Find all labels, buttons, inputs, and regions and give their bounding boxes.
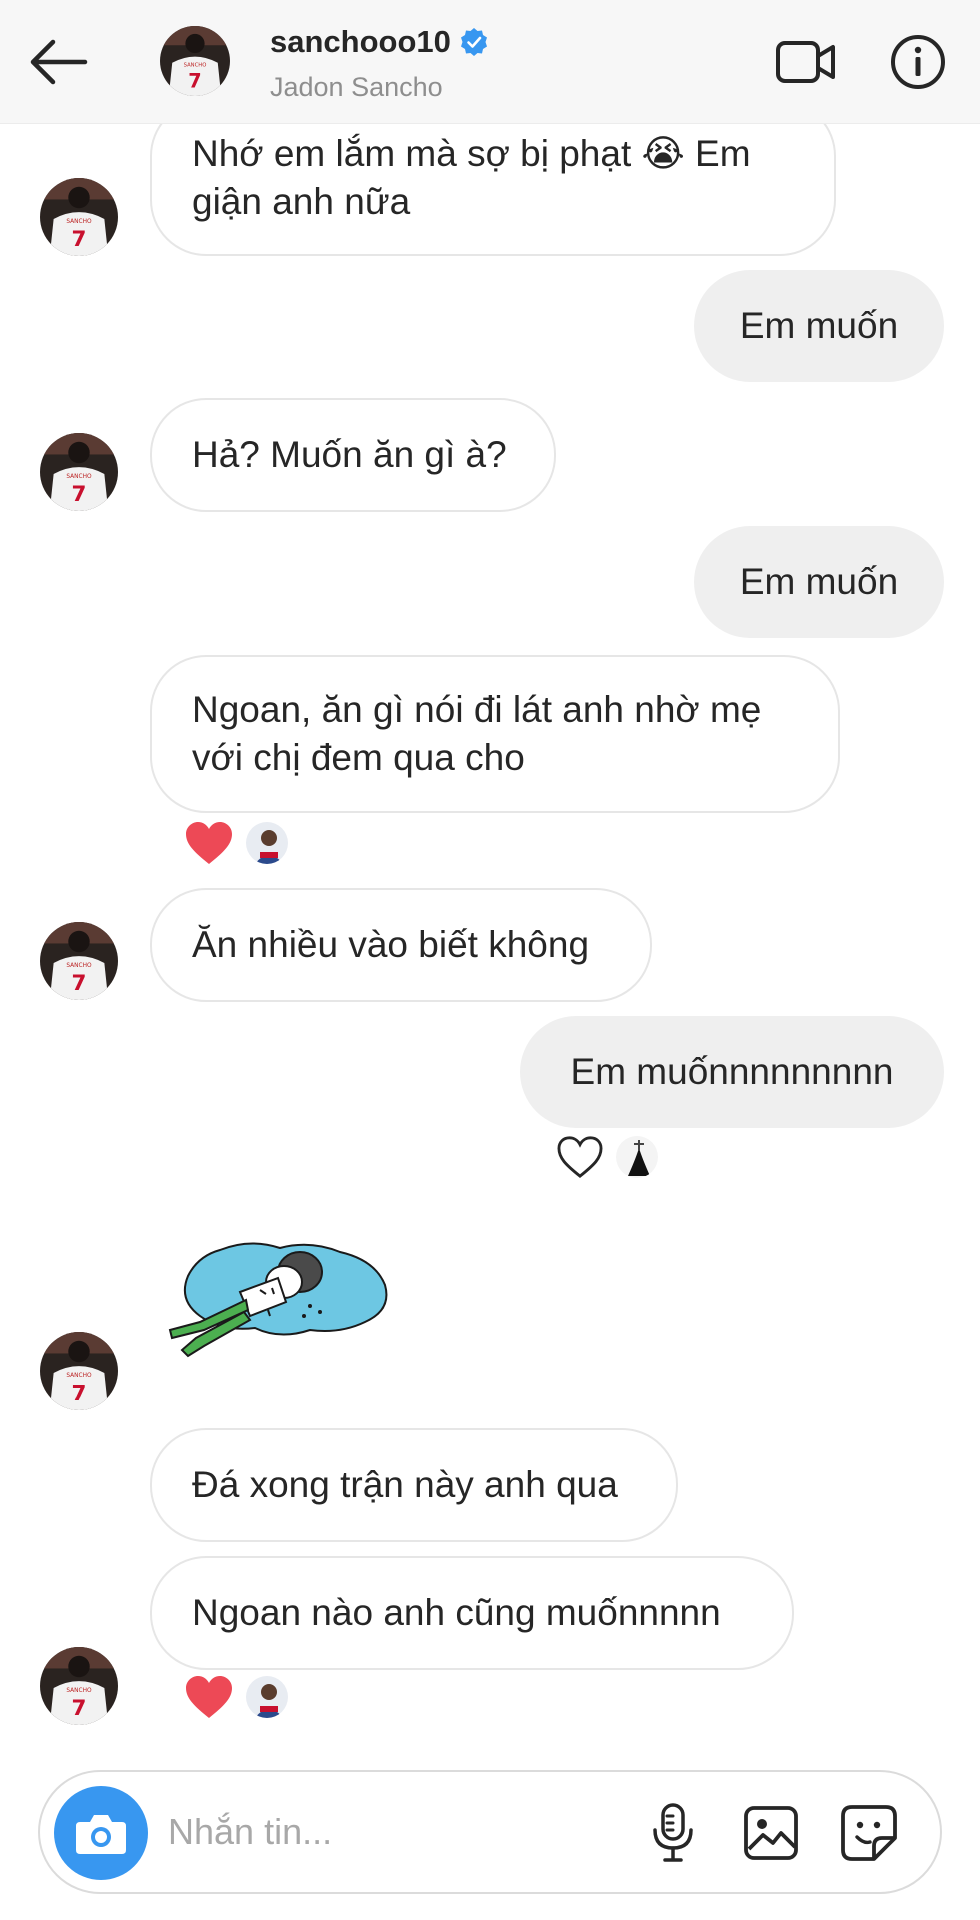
info-button[interactable] xyxy=(884,28,952,96)
sender-avatar[interactable]: SANCHO 7 xyxy=(40,922,118,1000)
jersey-number: 7 xyxy=(72,482,87,507)
message-incoming[interactable]: Ngoan, ăn gì nói đi lát anh nhờ mẹ với c… xyxy=(150,655,840,813)
microphone-icon xyxy=(653,1803,693,1862)
message-reaction[interactable] xyxy=(556,1134,660,1180)
person-lying-in-puddle-sticker xyxy=(168,1242,388,1358)
header-username: sanchooo10 xyxy=(270,24,451,59)
message-text-line: giận anh nữa xyxy=(192,181,411,222)
jersey-name: SANCHO xyxy=(66,219,92,225)
sticker-message[interactable] xyxy=(160,1230,390,1380)
message-outgoing[interactable]: Em muốn xyxy=(694,526,944,638)
jersey-name: SANCHO xyxy=(66,1688,92,1694)
info-icon xyxy=(891,35,945,89)
jersey-name: SANCHO xyxy=(66,963,92,969)
header-username-row[interactable]: sanchooo10 xyxy=(270,24,489,60)
message-text: Em muốnnnnnnnnn xyxy=(570,1051,894,1092)
message-composer xyxy=(38,1770,942,1894)
gallery-button[interactable] xyxy=(738,1800,804,1866)
sender-avatar[interactable]: SANCHO 7 xyxy=(40,433,118,511)
sticker-icon xyxy=(841,1805,897,1861)
jersey-number: 7 xyxy=(72,971,87,996)
chat-header: SANCHO 7 sanchooo10 Jadon Sancho xyxy=(0,0,980,124)
svg-text:SANCHO: SANCHO xyxy=(184,62,207,68)
sticker-button[interactable] xyxy=(836,1800,902,1866)
heart-outline-icon xyxy=(557,1136,603,1178)
jersey-number: 7 xyxy=(72,1696,87,1721)
image-icon xyxy=(744,1806,798,1860)
camera-icon xyxy=(76,1815,126,1854)
sender-avatar[interactable]: SANCHO 7 xyxy=(40,178,118,256)
message-text: Hả? Muốn ăn gì à? xyxy=(192,434,507,475)
message-text: Em muốn xyxy=(739,561,899,602)
message-incoming[interactable]: Hả? Muốn ăn gì à? xyxy=(150,398,556,512)
svg-text:7: 7 xyxy=(188,69,201,92)
message-incoming[interactable]: Đá xong trận này anh qua xyxy=(150,1428,678,1542)
message-outgoing[interactable]: Em muốnnnnnnnnn xyxy=(520,1016,944,1128)
sender-avatar[interactable]: SANCHO 7 xyxy=(40,1332,118,1410)
message-text-line: với chị đem qua cho xyxy=(192,737,525,778)
message-reaction[interactable] xyxy=(184,1674,290,1720)
sender-avatar[interactable]: SANCHO 7 xyxy=(40,1647,118,1725)
message-outgoing[interactable]: Em muốn xyxy=(694,270,944,382)
message-text: Em muốn xyxy=(739,305,899,346)
video-call-button[interactable] xyxy=(770,30,842,94)
message-incoming[interactable]: Ăn nhiều vào biết không xyxy=(150,888,652,1002)
message-input[interactable] xyxy=(168,1802,638,1862)
heart-filled-icon xyxy=(186,822,232,864)
jersey-number: 7 xyxy=(72,227,87,252)
verified-badge-icon xyxy=(460,28,487,56)
message-incoming[interactable]: Ngoan nào anh cũng muốnnnnn xyxy=(150,1556,794,1670)
reactor-avatar xyxy=(244,1674,290,1720)
jersey-name: SANCHO xyxy=(66,474,92,480)
message-text: Đá xong trận này anh qua xyxy=(192,1464,618,1505)
message-text: Ngoan nào anh cũng muốnnnnn xyxy=(192,1592,721,1633)
jersey-name: SANCHO xyxy=(66,1373,92,1379)
microphone-button[interactable] xyxy=(640,1800,706,1866)
message-text-line: Nhớ em lắm mà sợ bị phạt 😭 Em xyxy=(192,133,751,174)
message-text: Ăn nhiều vào biết không xyxy=(192,924,590,965)
heart-filled-icon xyxy=(186,1676,232,1718)
camera-button[interactable] xyxy=(54,1786,148,1880)
video-call-icon xyxy=(776,41,835,83)
header-full-name: Jadon Sancho xyxy=(270,72,443,102)
back-button[interactable] xyxy=(22,30,94,94)
reactor-avatar xyxy=(614,1134,660,1180)
header-avatar[interactable]: SANCHO 7 xyxy=(160,26,230,96)
message-text-line: Ngoan, ăn gì nói đi lát anh nhờ mẹ xyxy=(192,689,762,730)
message-reaction[interactable] xyxy=(184,820,290,866)
arrow-left-icon xyxy=(30,39,88,85)
jersey-number: 7 xyxy=(72,1381,87,1406)
reactor-avatar xyxy=(244,820,290,866)
